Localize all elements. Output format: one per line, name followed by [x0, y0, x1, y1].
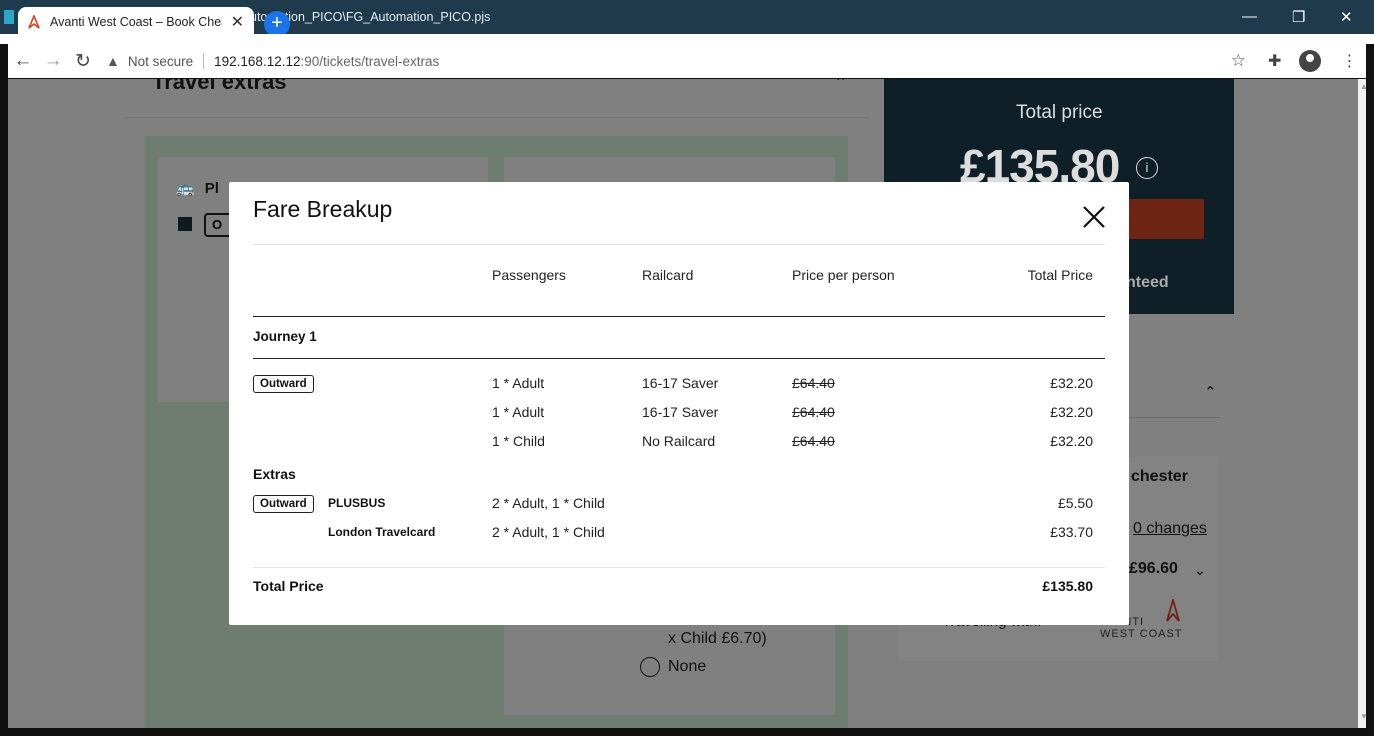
- url-path[interactable]: :90/tickets/travel-extras: [300, 54, 439, 69]
- section-heading: Travel extras: [152, 79, 287, 94]
- fare-total: £32.20: [1050, 375, 1093, 391]
- fare-passengers: 1 * Adult: [492, 404, 545, 420]
- profile-icon[interactable]: [1299, 50, 1322, 72]
- card-title-text: Pl: [204, 180, 219, 197]
- journey-price: £96.60: [1129, 560, 1178, 577]
- extra-name: London Travelcard: [328, 525, 436, 539]
- avanti-logo-icon: [28, 15, 40, 29]
- divider: [253, 316, 1105, 317]
- tab-close-icon[interactable]: ✕: [231, 12, 244, 32]
- outward-option[interactable]: O: [204, 213, 232, 237]
- fare-passengers: 1 * Child: [492, 433, 545, 449]
- scroll-down-icon[interactable]: ▼: [1360, 712, 1368, 721]
- journey-label: Journey 1: [253, 329, 317, 344]
- fare-passengers: 1 * Adult: [492, 375, 545, 391]
- restore-icon[interactable]: ❐: [1292, 8, 1305, 26]
- child-price-text: x Child £6.70): [668, 630, 767, 647]
- fare-total: £32.20: [1050, 433, 1093, 449]
- fare-price-per-person: £64.40: [792, 404, 835, 420]
- total-price-label: Total price: [1016, 102, 1103, 123]
- menu-icon[interactable]: ⋮: [1341, 51, 1357, 71]
- card-title: 🚌 Pl: [176, 179, 219, 197]
- panel-divider: [124, 117, 869, 118]
- info-icon[interactable]: i: [1136, 157, 1158, 179]
- fare-railcard: No Railcard: [642, 433, 716, 449]
- outward-badge: Outward: [253, 375, 314, 393]
- divider: [203, 53, 205, 69]
- divider: [253, 244, 1105, 245]
- destination-text: chester: [1131, 468, 1188, 485]
- fare-price-per-person: £64.40: [792, 375, 835, 391]
- fare-breakup-modal: Fare Breakup Passengers Railcard Price p…: [229, 182, 1129, 625]
- star-icon[interactable]: ☆: [1231, 51, 1246, 71]
- operator-line2: WEST COAST: [1100, 628, 1183, 640]
- none-option-label: None: [668, 658, 707, 675]
- back-arrow-icon[interactable]: ←: [8, 50, 38, 72]
- warning-icon[interactable]: ▲: [106, 53, 120, 69]
- browser-window: utomation_PICO\FG_Automation_PICO.pjs Av…: [0, 0, 1374, 736]
- app-icon: [4, 10, 14, 24]
- column-header-railcard: Railcard: [642, 267, 694, 283]
- address-bar[interactable]: ▲ Not secure 192.168.12.12 :90/tickets/t…: [106, 46, 1246, 76]
- none-radio[interactable]: [640, 657, 660, 677]
- chevron-down-icon[interactable]: ⌄: [1194, 562, 1206, 579]
- checkbox[interactable]: [178, 217, 192, 231]
- collapse-caret-icon[interactable]: ⌃: [834, 79, 847, 93]
- tab-title: Avanti West Coast – Book Cheap: [50, 15, 222, 29]
- extra-total: £33.70: [1050, 524, 1093, 540]
- column-header-price-per-person: Price per person: [792, 267, 895, 283]
- changes-link[interactable]: 0 changes: [1133, 520, 1207, 538]
- column-header-passengers: Passengers: [492, 267, 566, 283]
- divider: [1124, 417, 1220, 418]
- browser-tab[interactable]: Avanti West Coast – Book Cheap ✕: [18, 7, 254, 37]
- extensions-icon[interactable]: ✚: [1268, 51, 1281, 71]
- scroll-up-icon[interactable]: ▲: [1360, 82, 1368, 91]
- tab-strip-gap: [0, 34, 1374, 44]
- modal-title: Fare Breakup: [253, 196, 393, 222]
- title-bar: utomation_PICO\FG_Automation_PICO.pjs Av…: [0, 0, 1374, 37]
- close-icon[interactable]: [1081, 204, 1107, 230]
- fare-price-per-person: £64.40: [792, 433, 835, 449]
- divider: [253, 567, 1105, 568]
- column-header-total-price: Total Price: [1027, 267, 1093, 283]
- fare-total: £32.20: [1050, 404, 1093, 420]
- url-host[interactable]: 192.168.12.12: [214, 54, 300, 69]
- total-price-label: Total Price: [253, 578, 324, 594]
- outward-badge: Outward: [253, 495, 314, 513]
- fare-railcard: 16-17 Saver: [642, 375, 719, 391]
- reload-icon[interactable]: ↻: [68, 50, 98, 73]
- extra-passengers: 2 * Adult, 1 * Child: [492, 524, 605, 540]
- forward-arrow-icon[interactable]: →: [38, 50, 68, 72]
- extra-total: £5.50: [1057, 495, 1093, 511]
- security-label[interactable]: Not secure: [128, 54, 193, 69]
- total-price-value: £135.80: [1042, 578, 1093, 594]
- window-close-icon[interactable]: ✕: [1340, 8, 1353, 26]
- guaranteed-text: nteed: [1126, 274, 1169, 291]
- extras-label: Extras: [253, 466, 296, 482]
- minimize-icon[interactable]: —: [1242, 8, 1257, 25]
- bus-icon: 🚌: [176, 180, 195, 197]
- collapse-caret-icon[interactable]: ⌃: [1204, 383, 1217, 401]
- extra-name: PLUSBUS: [328, 496, 386, 510]
- fare-railcard: 16-17 Saver: [642, 404, 719, 420]
- browser-toolbar: ← → ↻ ▲ Not secure 192.168.12.12 :90/tic…: [8, 44, 1366, 78]
- divider: [253, 358, 1105, 359]
- scrollbar[interactable]: [1358, 79, 1366, 728]
- extra-passengers: 2 * Adult, 1 * Child: [492, 495, 605, 511]
